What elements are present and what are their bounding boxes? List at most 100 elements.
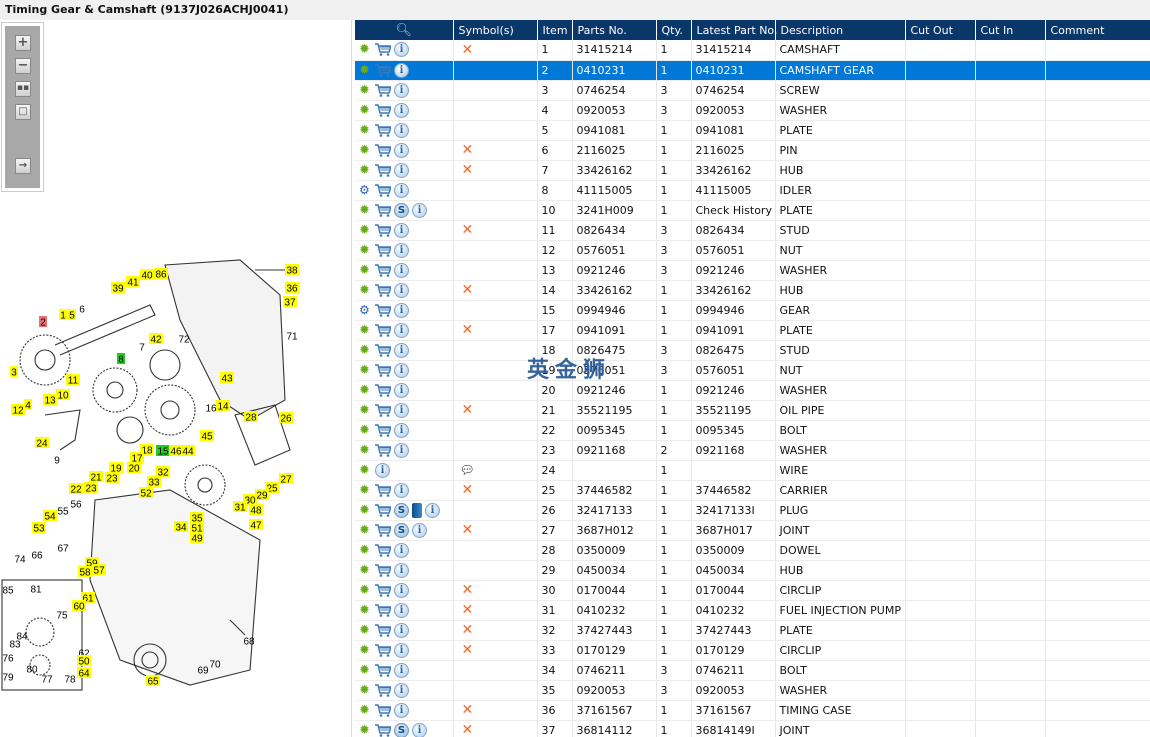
info-icon[interactable]: i — [412, 522, 427, 538]
cart-icon[interactable] — [375, 103, 393, 117]
comment-cell[interactable] — [1045, 520, 1150, 541]
actual-size-button[interactable]: □ — [15, 104, 31, 120]
comment-cell[interactable] — [1045, 40, 1150, 61]
cart-icon[interactable] — [375, 683, 393, 697]
comment-cell[interactable] — [1045, 120, 1150, 141]
zoom-out-button[interactable]: − — [15, 58, 31, 74]
callout-86[interactable]: 86 — [154, 268, 168, 281]
info-icon[interactable]: i — [394, 662, 409, 678]
fit-all-button[interactable]: ▪▪ — [15, 81, 31, 97]
info-icon[interactable]: i — [394, 42, 409, 58]
gear-icon[interactable]: ✹ — [359, 704, 372, 717]
info-icon[interactable]: i — [394, 482, 409, 498]
comment-cell[interactable] — [1045, 560, 1150, 581]
comment-cell[interactable] — [1045, 680, 1150, 701]
info-icon[interactable]: i — [394, 122, 409, 138]
comment-cell[interactable] — [1045, 180, 1150, 201]
callout-29[interactable]: 29 — [255, 489, 269, 502]
info-icon[interactable]: i — [394, 162, 409, 178]
column-item[interactable]: Item — [537, 20, 573, 40]
cart-icon[interactable] — [375, 143, 393, 157]
comment-cell[interactable] — [1045, 700, 1150, 721]
info-icon[interactable]: i — [394, 622, 409, 638]
table-row[interactable]: ✹ i ✕ 30 0170044 1 0170044 CIRCLIP — [355, 580, 1150, 601]
callout-60[interactable]: 60 — [72, 600, 86, 613]
info-icon[interactable]: i — [394, 262, 409, 278]
cart-icon[interactable] — [375, 623, 393, 637]
callout-50[interactable]: 50 — [77, 655, 91, 668]
cart-icon[interactable] — [375, 163, 393, 177]
column-qty[interactable]: Qty. — [656, 20, 692, 40]
info-icon[interactable]: i — [375, 462, 390, 478]
callout-12[interactable]: 12 — [11, 404, 25, 417]
callout-13[interactable]: 13 — [43, 394, 57, 407]
cart-icon[interactable] — [375, 403, 393, 417]
comment-cell[interactable] — [1045, 400, 1150, 421]
comment-cell[interactable] — [1045, 80, 1150, 101]
comment-cell[interactable] — [1045, 420, 1150, 441]
info-icon[interactable]: i — [394, 322, 409, 338]
callout-31[interactable]: 31 — [233, 501, 247, 514]
zoom-in-button[interactable]: + — [15, 35, 31, 51]
callout-22[interactable]: 22 — [69, 483, 83, 496]
callout-8[interactable]: 8 — [117, 353, 125, 366]
callout-76[interactable]: 76 — [2, 654, 14, 665]
callout-28[interactable]: 28 — [244, 411, 258, 424]
gear-icon[interactable]: ✹ — [359, 684, 372, 697]
gear-icon[interactable]: ✹ — [359, 344, 372, 357]
cart-icon[interactable] — [375, 503, 393, 517]
callout-48[interactable]: 48 — [249, 504, 263, 517]
callout-55[interactable]: 55 — [57, 507, 69, 518]
comment-cell[interactable] — [1045, 60, 1150, 81]
comment-cell[interactable] — [1045, 620, 1150, 641]
table-row[interactable]: ✹ i 2 0410231 1 0410231 CAMSHAFT GEAR — [355, 60, 1150, 81]
callout-81[interactable]: 81 — [30, 585, 42, 596]
gear-icon[interactable]: ✹ — [359, 324, 372, 337]
gear-icon[interactable]: ✹ — [359, 43, 372, 56]
callout-39[interactable]: 39 — [111, 282, 125, 295]
info-icon[interactable]: i — [394, 682, 409, 698]
gear-icon[interactable]: ✹ — [359, 104, 372, 117]
callout-58[interactable]: 58 — [78, 566, 92, 579]
callout-43[interactable]: 43 — [220, 372, 234, 385]
cart-icon[interactable] — [375, 123, 393, 137]
column-comment[interactable]: Comment — [1045, 20, 1150, 40]
info-icon[interactable]: i — [412, 202, 427, 218]
callout-56[interactable]: 56 — [70, 500, 82, 511]
info-icon[interactable]: i — [394, 362, 409, 378]
cart-icon[interactable] — [375, 183, 393, 197]
callout-64[interactable]: 64 — [77, 667, 91, 680]
gear-icon[interactable]: ✹ — [359, 504, 372, 517]
callout-70[interactable]: 70 — [209, 660, 221, 671]
comment-cell[interactable] — [1045, 360, 1150, 381]
callout-16[interactable]: 16 — [205, 404, 217, 415]
comment-cell[interactable] — [1045, 640, 1150, 661]
info-icon[interactable]: i — [394, 702, 409, 718]
comment-cell[interactable] — [1045, 460, 1150, 481]
callout-2[interactable]: 2 — [39, 316, 47, 329]
callout-54[interactable]: 54 — [43, 510, 57, 523]
cart-icon[interactable] — [375, 643, 393, 657]
table-row[interactable]: ✹ i 4 0920053 3 0920053 WASHER — [355, 100, 1150, 121]
info-icon[interactable]: i — [394, 282, 409, 298]
callout-4[interactable]: 4 — [24, 399, 32, 412]
callout-68[interactable]: 68 — [243, 637, 255, 648]
callout-46[interactable]: 46 — [169, 445, 183, 458]
table-row[interactable]: ✹ i 13 0921246 3 0921246 WASHER — [355, 260, 1150, 281]
gear-icon[interactable]: ✹ — [359, 564, 372, 577]
gear-icon[interactable]: ✹ — [359, 164, 372, 177]
gear-icon[interactable]: ✹ — [359, 604, 372, 617]
info-icon[interactable]: i — [394, 302, 409, 318]
table-row[interactable]: ✹ i ✕ 6 2116025 1 2116025 PIN — [355, 140, 1150, 161]
column-parts-no[interactable]: Parts No. — [572, 20, 657, 40]
table-row[interactable]: ✹ i ✕ 36 37161567 1 37161567 TIMING CASE — [355, 700, 1150, 721]
comment-cell[interactable] — [1045, 260, 1150, 281]
table-row[interactable]: ✹ i ✕ 1 31415214 1 31415214 CAMSHAFT — [355, 40, 1150, 61]
comment-cell[interactable] — [1045, 280, 1150, 301]
column-symbols[interactable]: Symbol(s) — [453, 20, 538, 40]
comment-cell[interactable] — [1045, 200, 1150, 221]
cart-icon[interactable] — [375, 83, 393, 97]
cart-icon[interactable] — [375, 563, 393, 577]
callout-15[interactable]: 15 — [156, 445, 170, 458]
info-icon[interactable]: i — [394, 62, 409, 78]
